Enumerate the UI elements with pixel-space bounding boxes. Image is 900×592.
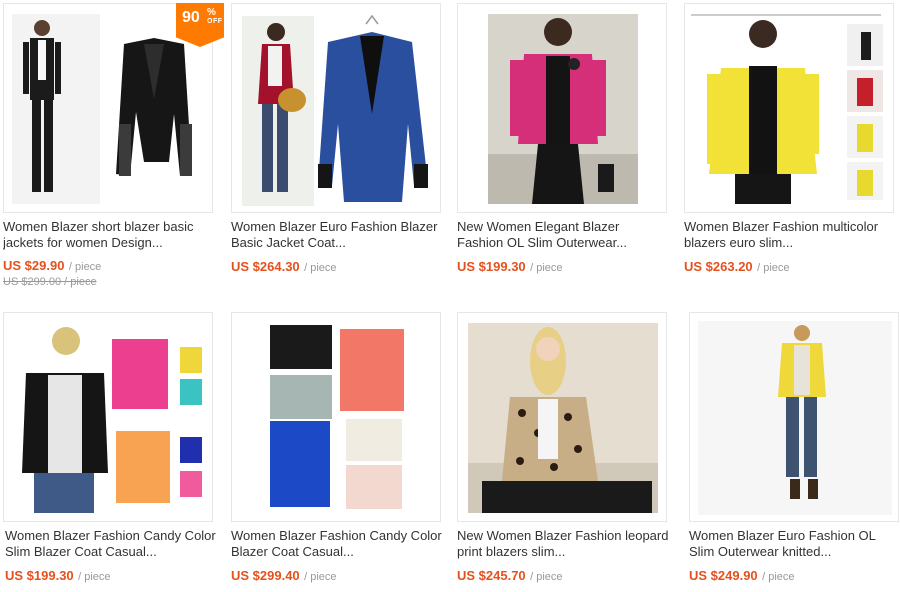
price-line: US $199.30 / piece [457,258,563,276]
price-line: US $29.90 / piece [3,257,101,275]
product-image[interactable] [457,312,667,522]
price-line: US $299.40 / piece [231,567,337,585]
product-title[interactable]: Women Blazer Euro Fashion OL Slim Outerw… [689,528,895,560]
price-line: US $245.70 / piece [457,567,563,585]
discount-number: 90 [182,9,200,26]
product-card[interactable]: Women Blazer Fashion Candy Color Blazer … [231,312,447,592]
product-price: US $264.30 [231,259,300,274]
product-image[interactable] [689,312,899,522]
price-unit: / piece [304,571,337,583]
price-unit: / piece [78,571,111,583]
price-unit: / piece [762,571,795,583]
discount-percent: % [207,7,216,18]
product-image[interactable] [457,3,667,213]
price-unit: / piece [757,262,790,274]
price-unit: / piece [530,262,563,274]
product-image[interactable] [3,312,213,522]
price-line: US $264.30 / piece [231,258,337,276]
discount-off-label: OFF [207,18,223,25]
product-title[interactable]: New Women Blazer Fashion leopard print b… [457,528,669,560]
product-price: US $29.90 [3,258,65,273]
original-price: US $299.00 / piece [3,276,97,288]
product-card[interactable]: Women Blazer Euro Fashion OL Slim Outerw… [689,312,900,592]
product-card[interactable]: Women Blazer Euro Fashion Blazer Basic J… [231,3,447,298]
product-card[interactable]: New Women Elegant Blazer Fashion OL Slim… [457,3,673,298]
product-title[interactable]: Women Blazer Fashion Candy Color Slim Bl… [5,528,217,560]
product-image[interactable] [231,3,441,213]
product-card[interactable]: 90 % OFF Women Blazer short blazer basic… [3,3,224,298]
product-price: US $199.30 [457,259,526,274]
price-line: US $263.20 / piece [684,258,790,276]
product-image[interactable] [684,3,894,213]
product-title[interactable]: Women Blazer Fashion multicolor blazers … [684,219,896,251]
price-line: US $249.90 / piece [689,567,795,585]
price-unit: / piece [304,262,337,274]
product-price: US $245.70 [457,568,526,583]
product-card[interactable]: New Women Blazer Fashion leopard print b… [457,312,673,592]
product-title[interactable]: Women Blazer Fashion Candy Color Blazer … [231,528,443,560]
product-title[interactable]: Women Blazer short blazer basic jackets … [3,219,215,251]
product-price: US $249.90 [689,568,758,583]
product-title[interactable]: New Women Elegant Blazer Fashion OL Slim… [457,219,669,251]
price-unit: / piece [530,571,563,583]
price-unit: / piece [68,261,102,273]
product-card[interactable]: Women Blazer Fashion Candy Color Slim Bl… [3,312,219,592]
product-image[interactable] [231,312,441,522]
product-price: US $299.40 [231,568,300,583]
product-title[interactable]: Women Blazer Euro Fashion Blazer Basic J… [231,219,443,251]
product-card[interactable]: Women Blazer Fashion multicolor blazers … [684,3,900,298]
product-price: US $199.30 [5,568,74,583]
price-line: US $199.30 / piece [5,567,111,585]
product-price: US $263.20 [684,259,753,274]
